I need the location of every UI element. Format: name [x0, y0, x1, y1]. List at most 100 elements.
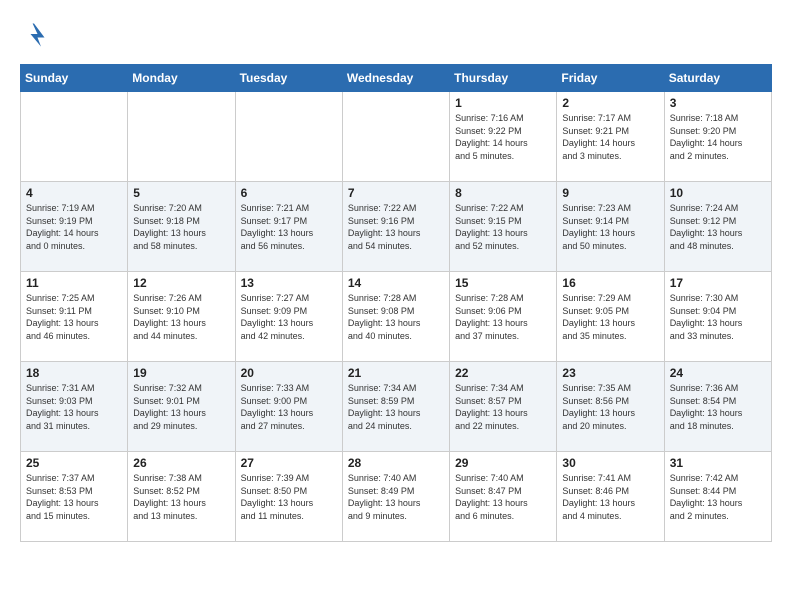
day-number: 4: [26, 186, 122, 200]
day-number: 15: [455, 276, 551, 290]
calendar-cell: [21, 92, 128, 182]
day-info: Sunrise: 7:34 AM Sunset: 8:59 PM Dayligh…: [348, 382, 444, 432]
day-info: Sunrise: 7:29 AM Sunset: 9:05 PM Dayligh…: [562, 292, 658, 342]
day-number: 18: [26, 366, 122, 380]
calendar-cell: 31 Sunrise: 7:42 AM Sunset: 8:44 PM Dayli…: [664, 452, 771, 542]
day-info: Sunrise: 7:22 AM Sunset: 9:15 PM Dayligh…: [455, 202, 551, 252]
calendar-cell: 26 Sunrise: 7:38 AM Sunset: 8:52 PM Dayli…: [128, 452, 235, 542]
day-number: 1: [455, 96, 551, 110]
day-number: 5: [133, 186, 229, 200]
calendar-cell: 24 Sunrise: 7:36 AM Sunset: 8:54 PM Dayli…: [664, 362, 771, 452]
calendar-cell: 16Sunrise: 7:29 AM Sunset: 9:05 PM Dayli…: [557, 272, 664, 362]
day-number: 3: [670, 96, 766, 110]
weekday-tuesday: Tuesday: [235, 65, 342, 92]
calendar-week-row: 11 Sunrise: 7:25 AM Sunset: 9:11 PM Dayli…: [21, 272, 772, 362]
calendar-cell: 12 Sunrise: 7:26 AM Sunset: 9:10 PM Dayli…: [128, 272, 235, 362]
calendar-cell: 14 Sunrise: 7:28 AM Sunset: 9:08 PM Dayli…: [342, 272, 449, 362]
day-info: Sunrise: 7:36 AM Sunset: 8:54 PM Dayligh…: [670, 382, 766, 432]
calendar-cell: 29 Sunrise: 7:40 AM Sunset: 8:47 PM Dayli…: [450, 452, 557, 542]
day-info: Sunrise: 7:27 AM Sunset: 9:09 PM Dayligh…: [241, 292, 337, 342]
calendar-cell: 23 Sunrise: 7:35 AM Sunset: 8:56 PM Dayli…: [557, 362, 664, 452]
day-number: 31: [670, 456, 766, 470]
calendar-cell: 9Sunrise: 7:23 AM Sunset: 9:14 PM Daylig…: [557, 182, 664, 272]
day-info: Sunrise: 7:31 AM Sunset: 9:03 PM Dayligh…: [26, 382, 122, 432]
calendar-cell: 10 Sunrise: 7:24 AM Sunset: 9:12 PM Dayli…: [664, 182, 771, 272]
day-number: 29: [455, 456, 551, 470]
day-number: 12: [133, 276, 229, 290]
day-number: 2: [562, 96, 658, 110]
calendar-cell: 7 Sunrise: 7:22 AM Sunset: 9:16 PM Daylig…: [342, 182, 449, 272]
day-info: Sunrise: 7:40 AM Sunset: 8:47 PM Dayligh…: [455, 472, 551, 522]
calendar-cell: 20Sunrise: 7:33 AM Sunset: 9:00 PM Dayli…: [235, 362, 342, 452]
weekday-row: SundayMondayTuesdayWednesdayThursdayFrid…: [21, 65, 772, 92]
day-number: 19: [133, 366, 229, 380]
day-info: Sunrise: 7:24 AM Sunset: 9:12 PM Dayligh…: [670, 202, 766, 252]
day-number: 7: [348, 186, 444, 200]
calendar-table: SundayMondayTuesdayWednesdayThursdayFrid…: [20, 64, 772, 542]
page-header: [20, 20, 772, 48]
calendar-cell: 25 Sunrise: 7:37 AM Sunset: 8:53 PM Dayli…: [21, 452, 128, 542]
calendar-week-row: 4 Sunrise: 7:19 AM Sunset: 9:19 PM Daylig…: [21, 182, 772, 272]
calendar-cell: 1Sunrise: 7:16 AM Sunset: 9:22 PM Daylig…: [450, 92, 557, 182]
day-info: Sunrise: 7:41 AM Sunset: 8:46 PM Dayligh…: [562, 472, 658, 522]
calendar-week-row: 25 Sunrise: 7:37 AM Sunset: 8:53 PM Dayli…: [21, 452, 772, 542]
day-info: Sunrise: 7:34 AM Sunset: 8:57 PM Dayligh…: [455, 382, 551, 432]
day-info: Sunrise: 7:37 AM Sunset: 8:53 PM Dayligh…: [26, 472, 122, 522]
day-number: 26: [133, 456, 229, 470]
day-info: Sunrise: 7:21 AM Sunset: 9:17 PM Dayligh…: [241, 202, 337, 252]
day-number: 10: [670, 186, 766, 200]
day-number: 17: [670, 276, 766, 290]
calendar-cell: 30 Sunrise: 7:41 AM Sunset: 8:46 PM Dayli…: [557, 452, 664, 542]
weekday-thursday: Thursday: [450, 65, 557, 92]
calendar-cell: 28 Sunrise: 7:40 AM Sunset: 8:49 PM Dayli…: [342, 452, 449, 542]
day-number: 21: [348, 366, 444, 380]
calendar-cell: 13 Sunrise: 7:27 AM Sunset: 9:09 PM Dayli…: [235, 272, 342, 362]
weekday-sunday: Sunday: [21, 65, 128, 92]
day-info: Sunrise: 7:28 AM Sunset: 9:08 PM Dayligh…: [348, 292, 444, 342]
day-info: Sunrise: 7:40 AM Sunset: 8:49 PM Dayligh…: [348, 472, 444, 522]
day-info: Sunrise: 7:17 AM Sunset: 9:21 PM Dayligh…: [562, 112, 658, 162]
day-info: Sunrise: 7:28 AM Sunset: 9:06 PM Dayligh…: [455, 292, 551, 342]
day-info: Sunrise: 7:18 AM Sunset: 9:20 PM Dayligh…: [670, 112, 766, 162]
day-number: 9: [562, 186, 658, 200]
calendar-cell: [342, 92, 449, 182]
day-info: Sunrise: 7:25 AM Sunset: 9:11 PM Dayligh…: [26, 292, 122, 342]
day-number: 6: [241, 186, 337, 200]
day-info: Sunrise: 7:30 AM Sunset: 9:04 PM Dayligh…: [670, 292, 766, 342]
calendar-cell: 3 Sunrise: 7:18 AM Sunset: 9:20 PM Daylig…: [664, 92, 771, 182]
calendar-cell: 8 Sunrise: 7:22 AM Sunset: 9:15 PM Daylig…: [450, 182, 557, 272]
calendar-cell: 22Sunrise: 7:34 AM Sunset: 8:57 PM Dayli…: [450, 362, 557, 452]
weekday-wednesday: Wednesday: [342, 65, 449, 92]
day-info: Sunrise: 7:22 AM Sunset: 9:16 PM Dayligh…: [348, 202, 444, 252]
day-number: 11: [26, 276, 122, 290]
day-number: 20: [241, 366, 337, 380]
day-info: Sunrise: 7:35 AM Sunset: 8:56 PM Dayligh…: [562, 382, 658, 432]
day-number: 13: [241, 276, 337, 290]
calendar-cell: 11 Sunrise: 7:25 AM Sunset: 9:11 PM Dayli…: [21, 272, 128, 362]
weekday-saturday: Saturday: [664, 65, 771, 92]
day-number: 30: [562, 456, 658, 470]
calendar-cell: [128, 92, 235, 182]
day-info: Sunrise: 7:19 AM Sunset: 9:19 PM Dayligh…: [26, 202, 122, 252]
calendar-cell: 19 Sunrise: 7:32 AM Sunset: 9:01 PM Dayli…: [128, 362, 235, 452]
day-info: Sunrise: 7:32 AM Sunset: 9:01 PM Dayligh…: [133, 382, 229, 432]
calendar-header: SundayMondayTuesdayWednesdayThursdayFrid…: [21, 65, 772, 92]
calendar-cell: 4 Sunrise: 7:19 AM Sunset: 9:19 PM Daylig…: [21, 182, 128, 272]
day-info: Sunrise: 7:42 AM Sunset: 8:44 PM Dayligh…: [670, 472, 766, 522]
day-number: 27: [241, 456, 337, 470]
day-number: 23: [562, 366, 658, 380]
calendar-cell: 18 Sunrise: 7:31 AM Sunset: 9:03 PM Dayli…: [21, 362, 128, 452]
calendar-body: 1Sunrise: 7:16 AM Sunset: 9:22 PM Daylig…: [21, 92, 772, 542]
calendar-cell: 15 Sunrise: 7:28 AM Sunset: 9:06 PM Dayli…: [450, 272, 557, 362]
day-info: Sunrise: 7:26 AM Sunset: 9:10 PM Dayligh…: [133, 292, 229, 342]
day-number: 28: [348, 456, 444, 470]
calendar-cell: [235, 92, 342, 182]
day-number: 25: [26, 456, 122, 470]
day-number: 14: [348, 276, 444, 290]
day-number: 24: [670, 366, 766, 380]
calendar-cell: 2 Sunrise: 7:17 AM Sunset: 9:21 PM Daylig…: [557, 92, 664, 182]
weekday-friday: Friday: [557, 65, 664, 92]
day-info: Sunrise: 7:38 AM Sunset: 8:52 PM Dayligh…: [133, 472, 229, 522]
calendar-cell: 5Sunrise: 7:20 AM Sunset: 9:18 PM Daylig…: [128, 182, 235, 272]
day-number: 8: [455, 186, 551, 200]
